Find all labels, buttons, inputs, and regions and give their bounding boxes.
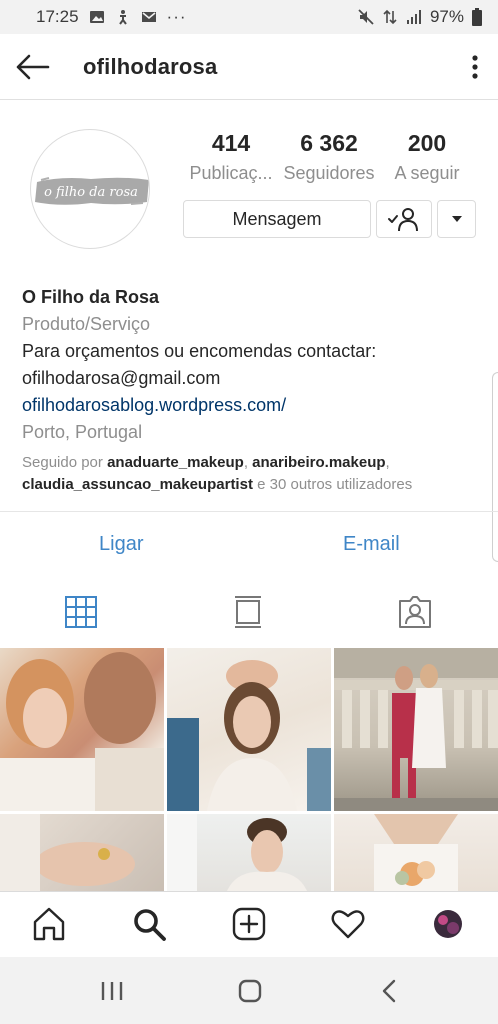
- recent-apps-icon[interactable]: [99, 979, 125, 1003]
- status-bar: 17:25 ··· 97%: [0, 0, 498, 34]
- battery-icon: [472, 8, 482, 26]
- bio-text: Para orçamentos ou encomendas contactar:: [22, 341, 377, 361]
- system-navigation-bar: [0, 957, 498, 1024]
- chevron-down-icon: [451, 216, 462, 222]
- photo-tile[interactable]: [0, 648, 164, 811]
- followed-by-suffix: e 30 outros utilizadores: [252, 476, 413, 493]
- search-icon[interactable]: [131, 906, 167, 942]
- bride-photo-image: [167, 660, 331, 811]
- stat-following[interactable]: 200 A seguir: [385, 130, 469, 184]
- wedding-couple-balcony-image: [334, 648, 498, 811]
- page-title: ofilhodarosa: [83, 54, 218, 79]
- mail-icon: [141, 12, 156, 22]
- back-arrow-icon[interactable]: [14, 52, 50, 82]
- mute-icon: [358, 9, 374, 25]
- followed-user-1[interactable]: anaduarte_makeup: [107, 454, 244, 471]
- new-post-icon[interactable]: [231, 906, 267, 942]
- couple-photo-image: [0, 652, 164, 811]
- followers-count: 6 362: [300, 130, 358, 156]
- grid-view-icon[interactable]: [64, 595, 98, 629]
- back-button-icon[interactable]: [377, 979, 403, 1003]
- photo-tile[interactable]: [334, 648, 498, 811]
- following-label: A seguir: [394, 163, 460, 183]
- lace-dress-bouquet-image: [374, 814, 458, 891]
- profile-name: O Filho da Rosa: [22, 287, 160, 307]
- profile-avatar[interactable]: o filho da rosa: [30, 129, 150, 249]
- battery-percent: 97%: [429, 7, 464, 26]
- followers-label: Seguidores: [283, 163, 375, 183]
- status-time: 17:25: [36, 7, 79, 26]
- following-person-check-icon: [388, 208, 418, 232]
- feed-view-icon[interactable]: [231, 595, 265, 629]
- message-button[interactable]: Mensagem: [183, 200, 371, 238]
- followed-by-prefix: Seguido por: [22, 454, 108, 471]
- signal-icon: [406, 10, 421, 24]
- bio-website-link[interactable]: ofilhodarosablog.wordpress.com/: [22, 392, 482, 419]
- photo-tile[interactable]: [334, 814, 498, 891]
- followed-separator-2: ,: [385, 454, 390, 471]
- ring-hand-image: [0, 814, 135, 891]
- tagged-photos-icon[interactable]: [398, 595, 432, 629]
- following-button[interactable]: [376, 200, 432, 238]
- bottom-navigation: [0, 891, 498, 957]
- posts-label: Publicaç...: [189, 163, 273, 183]
- photo-tile[interactable]: [167, 648, 331, 811]
- followed-by[interactable]: Seguido por anaduarte_makeup, anaribeiro…: [22, 452, 482, 496]
- suggested-dropdown-button[interactable]: [437, 200, 476, 238]
- followed-user-3[interactable]: claudia_assuncao_makeupartist: [22, 476, 253, 493]
- data-transfer-icon: [383, 9, 397, 25]
- brand-logo: o filho da rosa: [35, 177, 149, 205]
- profile-bio: O Filho da Rosa Produto/Serviço Para orç…: [22, 284, 482, 496]
- home-button-icon[interactable]: [237, 979, 263, 1003]
- followed-user-2[interactable]: anaribeiro.makeup: [252, 454, 385, 471]
- scroll-indicator: [492, 372, 498, 562]
- photo-tile[interactable]: [0, 814, 164, 891]
- woman-portrait-image: [167, 814, 307, 891]
- gallery-icon: [89, 11, 104, 23]
- profile-header: ofilhodarosa: [0, 34, 498, 100]
- call-button[interactable]: Ligar: [99, 533, 143, 556]
- divider: [0, 511, 498, 512]
- logo-text: o filho da rosa: [44, 185, 138, 200]
- bio-email[interactable]: ofilhodarosa@gmail.com: [22, 365, 482, 392]
- more-options-icon[interactable]: [470, 54, 480, 80]
- followed-separator-1: ,: [243, 454, 253, 471]
- profile-avatar-icon[interactable]: [430, 906, 466, 942]
- home-icon[interactable]: [31, 906, 67, 942]
- photo-grid: [0, 648, 498, 891]
- posts-count: 414: [211, 130, 251, 156]
- following-count: 200: [407, 130, 447, 156]
- email-button[interactable]: E-mail: [343, 533, 400, 556]
- accessibility-icon: [118, 10, 127, 25]
- stat-posts[interactable]: 414 Publicaç...: [182, 130, 280, 184]
- bio-location[interactable]: Porto, Portugal: [22, 419, 482, 446]
- status-more-dots: ···: [166, 7, 187, 26]
- stat-followers[interactable]: 6 362 Seguidores: [279, 130, 379, 184]
- profile-category: Produto/Serviço: [22, 314, 151, 334]
- heart-icon[interactable]: [330, 906, 366, 942]
- photo-tile[interactable]: [167, 814, 331, 891]
